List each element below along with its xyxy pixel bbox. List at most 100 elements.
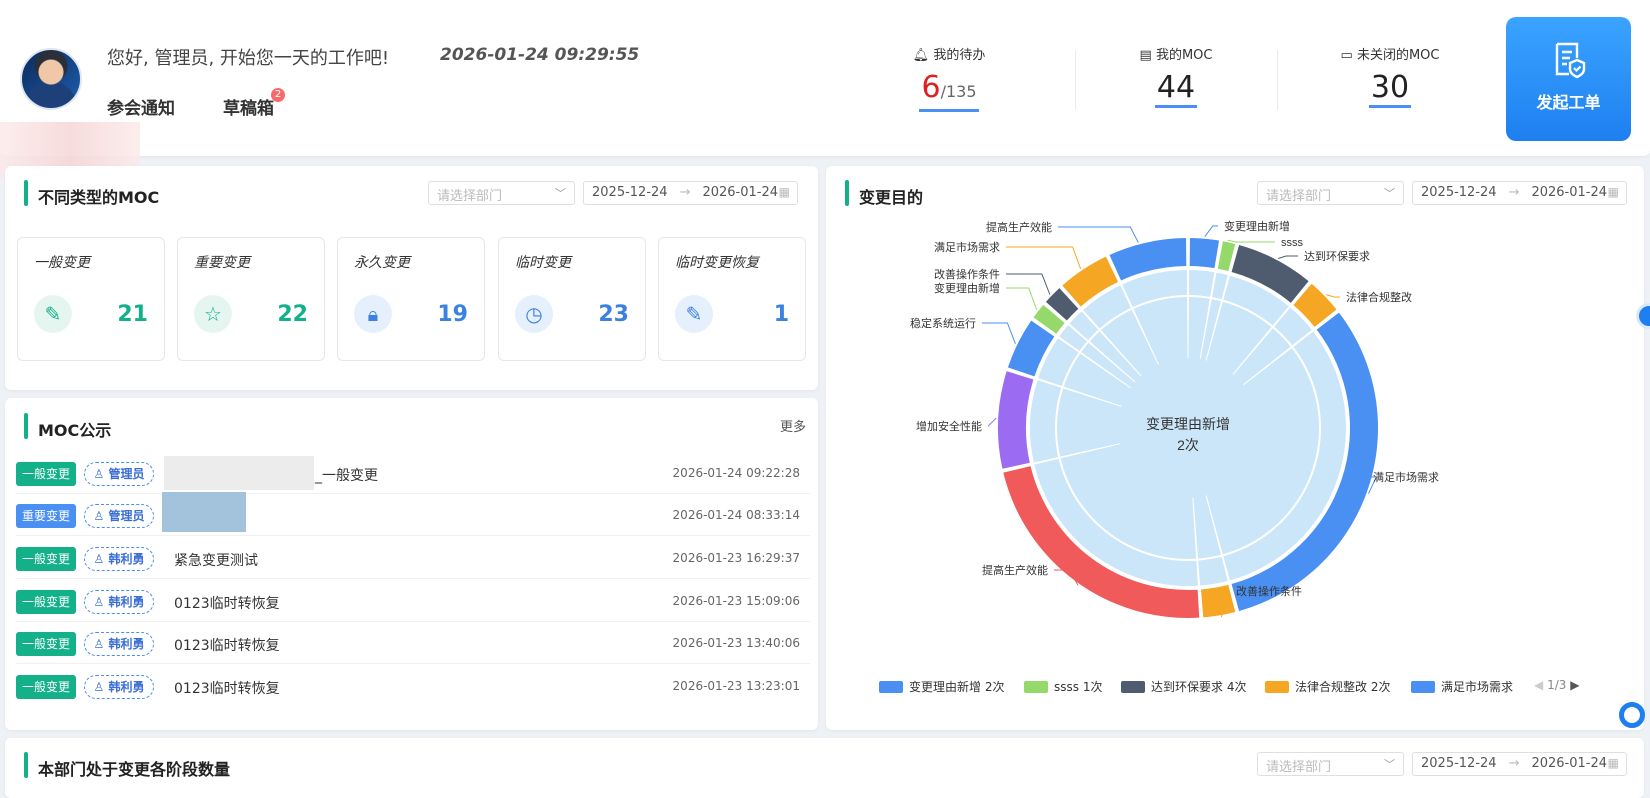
folder-icon: ▭ (1340, 48, 1353, 63)
pie-slice-label: 法律合规整改 (1346, 290, 1412, 304)
todo-stat[interactable]: 🔔︎ 我的待办 6/135 (859, 44, 1039, 112)
legend-item[interactable]: ssss 1次 (1024, 678, 1102, 695)
purpose-dept-select[interactable]: 请选择部门 ﹀ (1257, 181, 1404, 205)
pie-label-line (1006, 287, 1038, 310)
table-row[interactable]: 一般变更 ♙ 韩利勇 0123临时转恢复 2026-01-23 13:40:06 (16, 622, 810, 664)
dept-select-placeholder: 请选择部门 (437, 189, 503, 204)
my-moc-value[interactable]: 44 (1154, 71, 1198, 108)
arrow-right-icon: → (1508, 185, 1520, 200)
legend-swatch (1411, 681, 1435, 693)
open-moc-stat[interactable]: ▭ 未关闭的MOC 30 (1300, 44, 1480, 108)
legend-item[interactable]: 满足市场需求 (1411, 678, 1513, 695)
legend-name: 达到环保要求 (1151, 680, 1224, 694)
legend-item[interactable]: 达到环保要求 4次 (1121, 678, 1246, 695)
edit-icon: ✎ (34, 295, 72, 333)
stage-dept-select[interactable]: 请选择部门 ﹀ (1257, 752, 1404, 776)
pie-outer-slice[interactable] (1200, 584, 1236, 618)
pie-label-line (1006, 246, 1082, 269)
table-row[interactable]: 一般变更 ♙ 管理员 _一般变更 2026-01-24 09:22:28 (16, 452, 810, 494)
arrow-right-icon: → (1508, 756, 1520, 771)
legend-value: 4次 (1226, 680, 1247, 694)
table-row[interactable]: 一般变更 ♙ 韩利勇 0123临时转恢复 2026-01-23 13:23:01 (16, 665, 810, 707)
user-name: 韩利勇 (108, 680, 145, 694)
user-name: 韩利勇 (108, 595, 145, 609)
meeting-notice-link[interactable]: 参会通知 (107, 94, 175, 119)
moc-notice-title: MOC公示 (24, 413, 111, 441)
type-card-general[interactable]: 一般变更 ✎ 21 (17, 237, 165, 361)
pie-slice-label: 满足市场需求 (934, 240, 1000, 254)
pie-outer-slice[interactable] (1217, 241, 1236, 272)
my-moc-stat[interactable]: ▤ 我的MOC 44 (1086, 44, 1266, 108)
user-chip: ♙ 管理员 (84, 504, 154, 528)
moc-types-date-range[interactable]: 2025-12-24 → 2026-01-24 ▦ (583, 181, 798, 205)
user-chip: ♙ 管理员 (84, 462, 154, 486)
type-tag: 一般变更 (16, 632, 77, 656)
type-card-important[interactable]: 重要变更 ☆ 22 (177, 237, 325, 361)
table-row[interactable]: 一般变更 ♙ 韩利勇 紧急变更测试 2026-01-23 16:29:37 (16, 537, 810, 579)
open-moc-label: 未关闭的MOC (1356, 48, 1440, 63)
table-row[interactable]: 重要变更 ♙ 管理员 2026-01-24 08:33:14 (16, 492, 810, 536)
row-title: 紧急变更测试 (174, 553, 258, 569)
pie-outer-slice[interactable] (1189, 238, 1220, 269)
row-title: 0123临时转恢复 (174, 638, 280, 654)
legend-item[interactable]: 变更理由新增 2次 (879, 678, 1004, 695)
pie-label-line (1325, 294, 1340, 298)
legend-name: ssss (1054, 680, 1080, 694)
more-link[interactable]: 更多 (780, 416, 806, 435)
table-row[interactable]: 一般变更 ♙ 韩利勇 0123临时转恢复 2026-01-23 15:09:06 (16, 580, 810, 622)
lock-icon: 🔒︎ (354, 295, 392, 333)
legend-value: 2次 (1370, 680, 1391, 694)
chevron-right-icon[interactable]: ▶ (1570, 678, 1579, 692)
user-name: 管理员 (108, 509, 145, 523)
redacted-area (162, 492, 246, 532)
purpose-date-range[interactable]: 2025-12-24 → 2026-01-24 ▦ (1412, 181, 1627, 205)
chat-assistant-button[interactable] (1619, 702, 1645, 728)
type-card-count: 23 (598, 302, 629, 327)
avatar[interactable] (20, 48, 82, 110)
pie-slice-label: 增加安全性能 (916, 419, 982, 433)
stage-date-range[interactable]: 2025-12-24 → 2026-01-24 ▦ (1412, 752, 1627, 776)
type-card-name: 永久变更 (354, 255, 410, 271)
type-tag: 重要变更 (16, 504, 77, 528)
legend-pager[interactable]: ◀ 1/3 ▶ (1534, 678, 1579, 692)
moc-types-title: 不同类型的MOC (24, 180, 159, 208)
legend-swatch (1024, 681, 1048, 693)
pie-label-line (1204, 225, 1218, 238)
user-name: 韩利勇 (108, 637, 145, 651)
moc-types-dept-select[interactable]: 请选择部门 ﹀ (428, 181, 575, 205)
pie-slice-label: 稳定系统运行 (910, 316, 976, 330)
edit-icon: ✎ (675, 295, 713, 333)
row-time: 2026-01-23 16:29:37 (672, 551, 800, 565)
user-chip: ♙ 韩利勇 (84, 675, 154, 699)
date-start: 2025-12-24 (592, 185, 668, 200)
date-end: 2026-01-24 (702, 185, 779, 200)
pie-outer-slice[interactable] (998, 371, 1034, 469)
type-card-count: 22 (277, 302, 308, 327)
divider (1075, 50, 1076, 110)
pie-label-line (982, 322, 1016, 345)
pie-slice-label: ssss (1281, 237, 1304, 249)
open-moc-value[interactable]: 30 (1368, 71, 1412, 108)
todo-value[interactable]: 6/135 (919, 71, 979, 112)
pie-slice-label: 达到环保要求 (1304, 249, 1370, 263)
my-moc-label: 我的MOC (1155, 48, 1213, 63)
date-end: 2026-01-24 (1531, 185, 1608, 200)
type-card-temporary[interactable]: 临时变更 ◷ 23 (498, 237, 646, 361)
type-card-permanent[interactable]: 永久变更 🔒︎ 19 (337, 237, 485, 361)
purpose-pie-chart[interactable]: 变更理由新增ssss达到环保要求法律合规整改满足市场需求改善操作条件提高生产效能… (826, 210, 1644, 650)
pie-slice-label: 提高生产效能 (986, 220, 1052, 234)
row-time: 2026-01-24 08:33:14 (672, 508, 800, 522)
drafts-link[interactable]: 草稿箱 (223, 94, 274, 119)
chevron-down-icon: ﹀ (555, 187, 566, 200)
arrow-right-icon: → (679, 185, 691, 200)
greeting-text: 您好, 管理员, 开始您一天的工作吧! (107, 48, 390, 69)
legend-swatch (879, 681, 903, 693)
launch-order-button[interactable]: 发起工单 (1506, 17, 1631, 141)
document-icon: ▤ (1139, 48, 1152, 63)
type-card-temp-restore[interactable]: 临时变更恢复 ✎ 1 (658, 237, 806, 361)
pie-slice-label: 改善操作条件 (934, 267, 1000, 281)
chevron-left-icon[interactable]: ◀ (1534, 678, 1543, 692)
pie-slice-label: 改善操作条件 (1236, 584, 1302, 598)
todo-total: /135 (940, 82, 977, 101)
legend-item[interactable]: 法律合规整改 2次 (1265, 678, 1390, 695)
